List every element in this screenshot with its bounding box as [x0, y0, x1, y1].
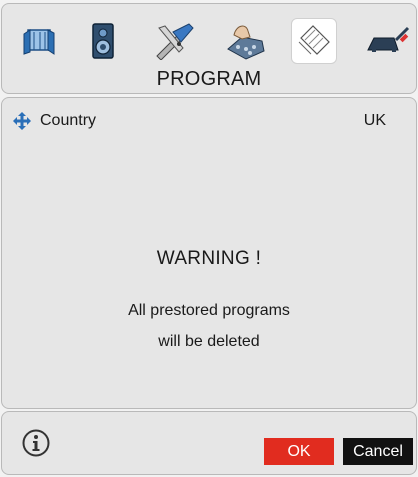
warning-title: WARNING ! — [156, 248, 262, 269]
menu-bar: PROGRAM — [1, 3, 417, 94]
ok-button[interactable]: OK — [264, 438, 334, 465]
cancel-button[interactable]: Cancel — [343, 438, 413, 465]
program-list-icon[interactable] — [291, 18, 337, 64]
warning-message-line1: All prestored programs — [128, 302, 290, 319]
action-bar: OK Cancel — [1, 411, 417, 475]
four-way-arrows-icon — [13, 112, 31, 130]
menu-title: PROGRAM — [156, 68, 262, 90]
hand-tuning-icon[interactable] — [223, 18, 269, 64]
country-label: Country — [40, 112, 97, 129]
tools-icon[interactable] — [152, 18, 198, 64]
country-value: UK — [363, 112, 386, 129]
connection-icon[interactable] — [365, 18, 411, 64]
program-panel: Country UK WARNING ! All prestored progr… — [1, 97, 417, 409]
warning-message-line2: will be deleted — [158, 333, 260, 350]
speaker-icon[interactable] — [80, 18, 126, 64]
picture-icon[interactable] — [15, 18, 61, 64]
info-icon[interactable] — [21, 428, 51, 458]
country-row[interactable]: Country UK — [12, 108, 406, 134]
